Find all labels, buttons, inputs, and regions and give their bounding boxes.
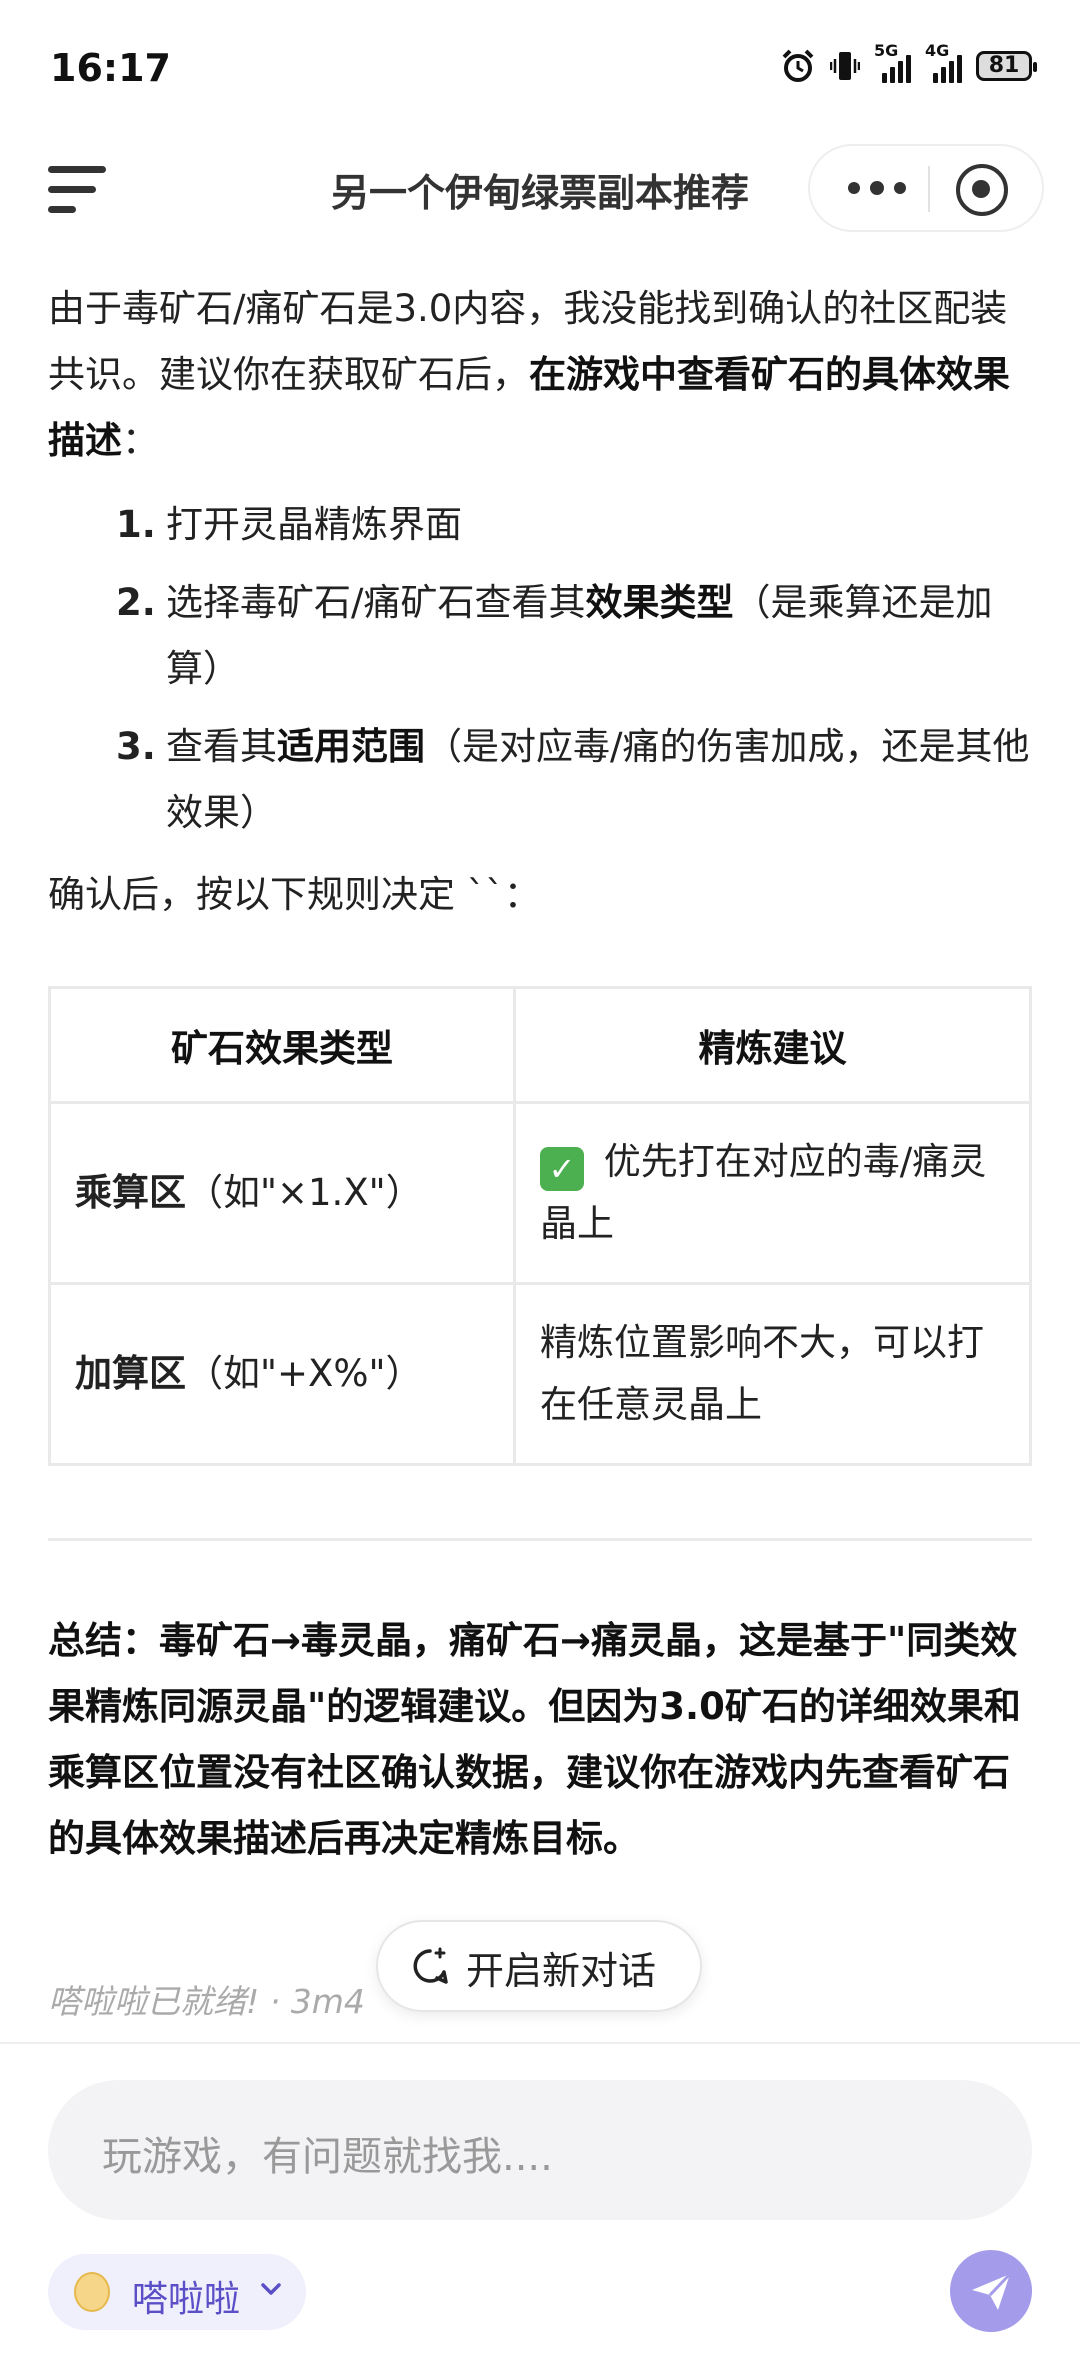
message-status: 嗒啦啦已就绪! · 3m4: [48, 1982, 365, 2021]
battery-icon: 81: [976, 51, 1037, 81]
status-bar: 16:17 5G 4G 81: [0, 0, 1080, 140]
confirm-text: 确认后，按以下规则决定 ``：: [48, 873, 541, 916]
vibrate-icon: [830, 52, 860, 80]
signal-4g-icon: 4G: [925, 41, 962, 83]
close-target-icon[interactable]: [956, 164, 1008, 216]
table-cell: 乘算区（如"×1.X"）: [48, 1101, 516, 1285]
list-item: 1. 打开灵晶精炼界面: [116, 503, 462, 546]
table-cell: 加算区（如"+X%"）: [48, 1282, 516, 1466]
signal-5g-icon: 5G: [874, 41, 911, 83]
table-header: 矿石效果类型: [48, 986, 516, 1104]
new-chat-button[interactable]: 开启新对话: [376, 1920, 702, 2012]
chat-input[interactable]: 玩游戏，有问题就找我....: [48, 2080, 1032, 2220]
steps-list: 1. 打开灵晶精炼界面 2. 选择毒矿石/痛矿石查看其效果类型（是乘算还是加算） 3…: [48, 492, 1032, 846]
summary-paragraph: 总结：毒矿石→毒灵晶，痛矿石→痛灵晶，这是基于"同类效果精炼同源灵晶"的逻辑建议…: [48, 1619, 1021, 1860]
table-cell: 精炼位置影响不大，可以打在任意灵晶上: [513, 1282, 1032, 1466]
more-icon[interactable]: [840, 162, 920, 214]
table-header-row: 矿石效果类型 精炼建议: [48, 986, 1032, 1104]
table-row: 加算区（如"+X%"） 精炼位置影响不大，可以打在任意灵晶上: [48, 1282, 1032, 1466]
status-time: 16:17: [50, 46, 171, 90]
capsule-divider: [928, 166, 930, 212]
list-item: 2. 选择毒矿石/痛矿石查看其效果类型（是乘算还是加算）: [116, 581, 993, 690]
send-button[interactable]: [950, 2250, 1032, 2332]
table-header: 精炼建议: [513, 986, 1032, 1104]
new-chat-icon: [413, 1947, 448, 1984]
table-row: 乘算区（如"×1.X"） ✓ 优先打在对应的毒/痛灵晶上: [48, 1101, 1032, 1285]
mini-program-capsule: [808, 144, 1044, 232]
chevron-down-icon: [261, 2283, 281, 2295]
ore-effect-table: 矿石效果类型 精炼建议 乘算区（如"×1.X"） ✓ 优先打在对应的毒/痛灵晶上…: [48, 986, 1032, 1466]
assistant-message: 由于毒矿石/痛矿石是3.0内容，我没能找到确认的社区配装共识。建议你在获取矿石后…: [48, 276, 1032, 928]
list-item: 3. 查看其适用范围（是对应毒/痛的伤害加成，还是其他效果）: [116, 725, 1030, 834]
bot-selector[interactable]: 嗒啦啦: [48, 2254, 306, 2330]
check-mark-icon: ✓: [540, 1147, 584, 1191]
alarm-icon: [782, 49, 814, 82]
chat-input-placeholder: 玩游戏，有问题就找我....: [102, 2134, 553, 2180]
table-cell: ✓ 优先打在对应的毒/痛灵晶上: [513, 1101, 1032, 1285]
bot-avatar: [74, 2272, 110, 2312]
app-header: 另一个伊甸绿票副本推荐: [0, 140, 1080, 260]
send-icon: [972, 2272, 1012, 2310]
intro-paragraph: 由于毒矿石/痛矿石是3.0内容，我没能找到确认的社区配装共识。建议你在获取矿石后…: [48, 287, 1010, 462]
divider: [48, 1538, 1032, 1541]
status-icons: 5G 4G 81: [780, 41, 1037, 84]
composer-area: 玩游戏，有问题就找我.... 嗒啦啦: [0, 2042, 1080, 2365]
